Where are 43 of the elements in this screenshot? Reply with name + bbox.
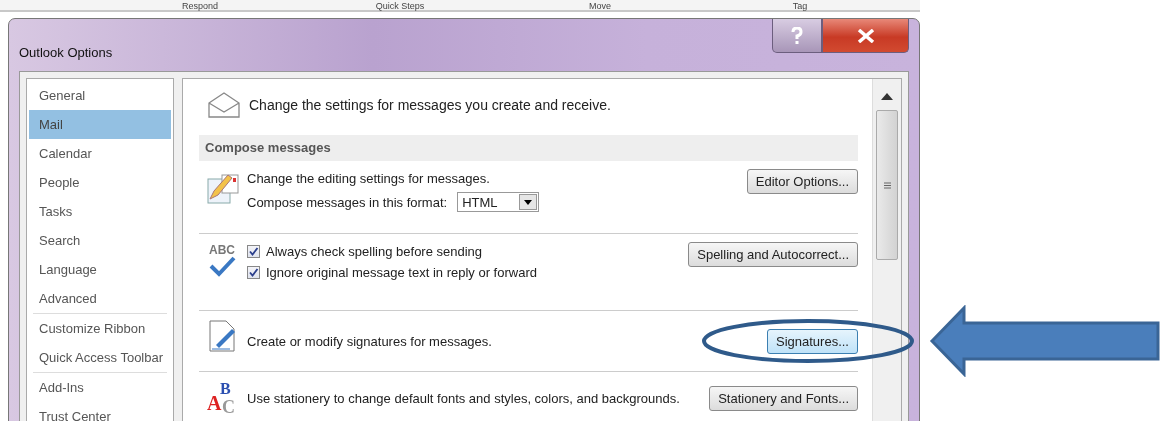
sidebar-item[interactable]: Tasks [29, 197, 171, 226]
ribbon-group-label: Respond [181, 0, 219, 10]
help-icon [790, 26, 804, 45]
sidebar-item[interactable]: People [29, 168, 171, 197]
sidebar-item[interactable]: Add-Ins [29, 373, 171, 402]
sidebar-item[interactable]: Calendar [29, 139, 171, 168]
ribbon-group-label: Move [588, 0, 612, 10]
section-header: Compose messages [199, 135, 858, 161]
option-text: Create or modify signatures for messages. [247, 333, 492, 349]
scrollbar[interactable] [872, 79, 901, 421]
option-text: Use stationery to change default fonts and styles, colors, and backgrounds. [247, 390, 680, 406]
window-title: Outlook Options [19, 44, 113, 60]
sidebar-item[interactable]: Customize Ribbon [29, 314, 171, 343]
grip-icon [883, 181, 891, 189]
header-text: Change the settings for messages you create and receive. [249, 97, 611, 113]
scroll-thumb[interactable] [876, 110, 898, 260]
ribbon-group-label: Tag [791, 0, 809, 10]
sidebar-item[interactable]: Language [29, 255, 171, 284]
option-button[interactable]: Editor Options... [746, 169, 858, 194]
checkbox[interactable] [247, 245, 260, 258]
option-button[interactable]: Signatures... [767, 328, 858, 354]
format-dropdown[interactable]: HTML [457, 192, 540, 212]
sidebar-item[interactable]: General [29, 81, 171, 110]
checkbox-label: Always check spelling before sending [266, 244, 483, 259]
dropdown-arrow-icon [524, 199, 533, 205]
help-button[interactable] [772, 19, 822, 53]
sidebar-item[interactable]: Trust Center [29, 402, 171, 421]
option-button[interactable]: Stationery and Fonts... [709, 385, 858, 411]
option-button[interactable]: Spelling and Autocorrect... [688, 242, 858, 267]
close-button[interactable] [822, 19, 909, 53]
sidebar-item[interactable]: Quick Access Toolbar [29, 343, 171, 372]
scroll-up-icon[interactable] [881, 93, 893, 100]
checkbox-label: Ignore original message text in reply or forward [266, 265, 537, 280]
checkbox[interactable] [247, 266, 260, 279]
close-icon [856, 28, 875, 43]
option-text: Change the editing settings for messages. [247, 171, 490, 186]
ribbon-group-label: Quick Steps [374, 0, 426, 10]
sidebar-item[interactable]: Advanced [29, 284, 171, 313]
sidebar-item[interactable]: Mail [29, 110, 171, 139]
signature-page-icon [208, 319, 238, 353]
format-label: Compose messages in this format: [247, 194, 448, 210]
sidebar-item[interactable]: Search [29, 226, 171, 255]
envelope-icon [207, 91, 241, 119]
